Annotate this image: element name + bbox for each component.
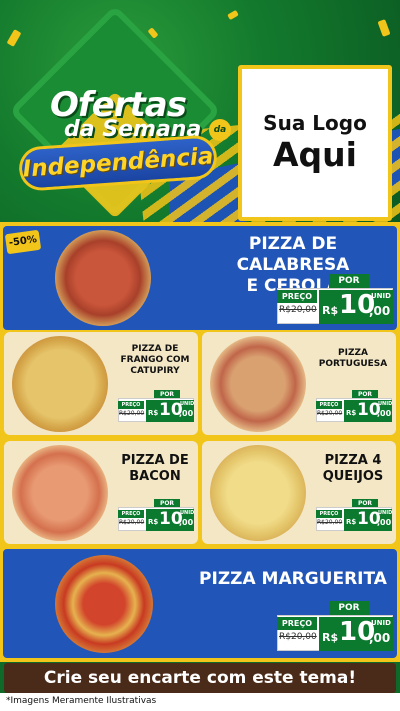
pizza-calabresa-image [55,230,151,326]
price-tag: POR PREÇO R$20,00 R$ 10 ,00 UNID [316,390,392,422]
logo-text-line2: Aqui [273,135,357,174]
price-preco-label: PREÇO [316,510,342,518]
price-tag: POR PREÇO R$20,00 R$ 10 ,00 UNID [277,274,393,324]
price-currency: R$ [322,631,339,644]
price-tag: POR PREÇO R$20,00 R$ 10 ,00 UNID [316,499,392,531]
pizza-marguerita-image [55,555,153,653]
price-preco-label: PREÇO [277,617,317,630]
price-dec: ,00 [377,409,392,418]
header-banner: Ofertas da Semana da Independência Sua L… [0,0,400,222]
price-unit: UNID [180,510,195,516]
footnote: *Imagens Meramente Ilustrativas [6,696,157,706]
product-name: PIZZA DE BACON [114,453,196,485]
price-unit: UNID [378,510,393,516]
price-current: R$ 10 ,00 UNID [146,400,194,422]
price-currency: R$ [346,518,357,526]
product-card-frango[interactable]: PIZZA DE FRANGO COM CATUPIRY POR PREÇO R… [4,332,198,435]
pizza-4-queijos-image [210,445,306,541]
price-current: R$ 10 ,00 UNID [344,400,392,422]
price-tag: POR PREÇO R$20,00 R$ 10 ,00 UNID [277,601,393,651]
product-name-line: CATUPIRY [130,366,180,376]
price-old: R$20,00 [279,305,317,315]
confetti [147,27,159,39]
price-unit: UNID [378,401,393,407]
price-dec: ,00 [377,518,392,527]
confetti [377,19,391,37]
pizza-bacon-image [12,445,108,541]
product-name: PIZZA 4 QUEIJOS [312,453,394,485]
price-current: R$ 10 ,00 UNID [344,509,392,531]
product-card-bacon[interactable]: PIZZA DE BACON POR PREÇO R$20,00 R$ 10 ,… [4,441,198,544]
footer: *Imagens Meramente Ilustrativas [0,693,400,711]
product-name-line: QUEIJOS [322,469,384,484]
pizza-frango-image [12,336,108,432]
product-name: PIZZA PORTUGUESA [312,348,394,370]
price-tag: POR PREÇO R$20,00 R$ 10 ,00 UNID [118,499,194,531]
price-current: R$ 10 ,00 UNID [146,509,194,531]
product-name: PIZZA DE FRANGO COM CATUPIRY [114,344,196,377]
price-currency: R$ [148,518,159,526]
price-tag: POR PREÇO R$20,00 R$ 10 ,00 UNID [118,390,194,422]
price-currency: R$ [322,304,339,317]
price-unit: UNID [371,292,391,300]
price-dec: ,00 [179,518,194,527]
product-name-line: PORTUGUESA [318,359,388,369]
price-preco-label: PREÇO [118,401,144,409]
product-name-line: PIZZA DE [121,453,189,468]
logo-text-line1: Sua Logo [263,111,367,135]
price-por-label: POR [329,274,369,288]
product-card-calabresa[interactable]: PIZZA DE CALABRESA E CEBOLA POR PREÇO R$… [3,226,397,330]
price-old: R$20,00 [119,519,145,526]
pizza-portuguesa-image [210,336,306,432]
price-currency: R$ [148,409,159,417]
product-card-marguerita[interactable]: PIZZA MARGUERITA POR PREÇO R$20,00 R$ 10… [3,549,397,658]
price-preco-label: PREÇO [118,510,144,518]
product-name-line: PIZZA [338,348,368,358]
price-old: R$20,00 [317,519,343,526]
product-card-4-queijos[interactable]: PIZZA 4 QUEIJOS POR PREÇO R$20,00 R$ 10 … [202,441,396,544]
price-old: R$20,00 [317,410,343,417]
product-name-line: PIZZA DE [131,344,179,354]
product-name: PIZZA MARGUERITA [193,569,393,590]
price-unit: UNID [371,619,391,627]
confetti [6,29,22,47]
cta-banner[interactable]: Crie seu encarte com este tema! [4,663,396,693]
product-name-line: PIZZA 4 [324,453,382,468]
price-unit: UNID [180,401,195,407]
price-dec: ,00 [179,409,194,418]
price-preco-label: PREÇO [277,290,317,303]
price-dec: ,00 [369,631,391,645]
product-name-line: PIZZA MARGUERITA [199,569,387,589]
confetti [227,9,239,21]
price-dec: ,00 [369,304,391,318]
price-old: R$20,00 [119,410,145,417]
price-preco-label: PREÇO [316,401,342,409]
product-name-line: PIZZA DE CALABRESA [236,234,350,275]
price-por-label: POR [329,601,369,615]
price-current: R$ 10 ,00 UNID [319,617,393,651]
price-current: R$ 10 ,00 UNID [319,290,393,324]
title-da-semana-text: da Semana [64,117,202,142]
product-name-line: BACON [129,469,181,484]
price-currency: R$ [346,409,357,417]
price-old: R$20,00 [279,632,317,642]
product-card-portuguesa[interactable]: PIZZA PORTUGUESA POR PREÇO R$20,00 R$ 10… [202,332,396,435]
logo-placeholder[interactable]: Sua Logo Aqui [238,65,392,221]
product-name-line: FRANGO COM [120,355,190,365]
